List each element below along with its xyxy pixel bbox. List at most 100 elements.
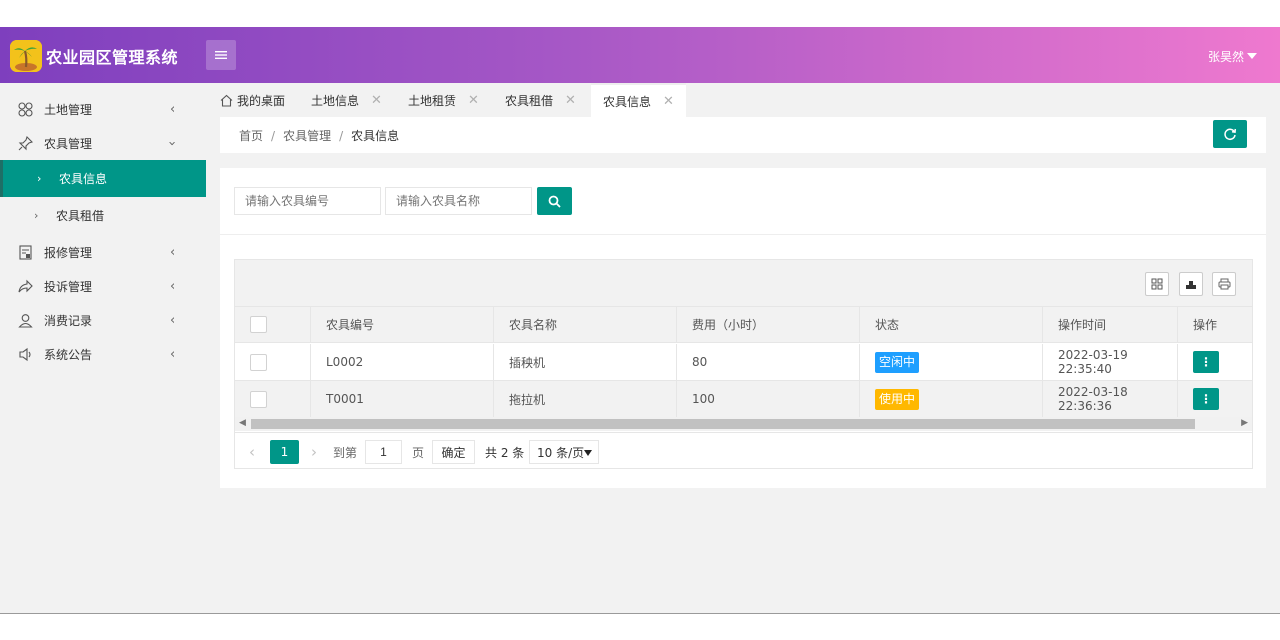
chevron-right-icon: › [37, 172, 42, 185]
page-current[interactable]: 1 [270, 440, 299, 464]
tab-label: 我的桌面 [237, 93, 286, 108]
scrollbar-thumb[interactable] [251, 419, 1195, 429]
sidebar-item-land[interactable]: 土地管理 ‹ [0, 92, 206, 126]
columns-filter-button[interactable] [1145, 272, 1169, 296]
tool-code-cell: T0001 [310, 381, 493, 417]
page-size-select[interactable]: 10 条/页 [529, 440, 599, 464]
sidebar-item-label: 投诉管理 [44, 279, 93, 294]
status-badge: 空闲中 [875, 351, 920, 373]
speaker-icon [17, 346, 33, 362]
column-header[interactable]: 操作时间 [1042, 307, 1177, 342]
search-form [220, 168, 1266, 235]
sidebar-item-label: 消费记录 [44, 313, 93, 328]
sidebar: 土地管理 ‹ 农具管理 ‹ › 农具信息 › 农具租借 报修管理 ‹ 投诉管理 … [0, 83, 206, 613]
tab-tool-rental[interactable]: 农具租借 ✕ [505, 83, 576, 117]
refresh-button[interactable] [1213, 120, 1247, 148]
tab-land-lease[interactable]: 土地租赁 ✕ [408, 83, 479, 117]
sidebar-item-consumption[interactable]: 消费记录 ‹ [0, 303, 206, 337]
scroll-left-icon[interactable]: ◀ [239, 418, 246, 428]
column-header[interactable]: 农具名称 [493, 307, 676, 342]
tab-tool-info[interactable]: 农具信息 ✕ [591, 83, 686, 117]
column-header[interactable]: 状态 [859, 307, 1042, 342]
status-cell: 空闲中 [859, 344, 1042, 380]
table-row[interactable]: L0002 插秧机 80 空闲中 2022-03-19 22:35:40 ⋮ [235, 344, 1252, 381]
sidebar-item-tool-rental[interactable]: › 农具租借 [0, 197, 206, 234]
tab-desktop[interactable]: 我的桌面 [220, 83, 285, 117]
breadcrumb-current: 农具信息 [351, 129, 400, 143]
refresh-icon [1224, 128, 1237, 141]
sidebar-item-repair[interactable]: 报修管理 ‹ [0, 235, 206, 269]
header-checkbox-cell [235, 307, 310, 342]
main-panel: 农具编号 农具名称 费用（小时） 状态 操作时间 操作 L0002 插秧机 80… [220, 168, 1266, 488]
repair-doc-icon [17, 244, 33, 260]
close-icon[interactable]: ✕ [468, 93, 479, 108]
tool-code-input[interactable] [234, 187, 381, 215]
close-icon[interactable]: ✕ [663, 94, 674, 109]
status-badge: 使用中 [875, 388, 920, 410]
sidebar-item-label: 报修管理 [44, 245, 93, 260]
breadcrumb: 首页 / 农具管理 / 农具信息 [239, 127, 399, 144]
chevron-left-icon: ‹ [170, 244, 176, 260]
goto-confirm-button[interactable]: 确定 [432, 440, 475, 464]
app-title: 农业园区管理系统 [46, 48, 179, 67]
sidebar-item-tools[interactable]: 农具管理 ‹ [0, 126, 206, 160]
action-cell: ⋮ [1177, 344, 1252, 380]
page-unit-label: 页 [412, 445, 425, 460]
column-header[interactable]: 费用（小时） [676, 307, 859, 342]
grid-icon [1151, 278, 1163, 290]
chevron-down-icon [584, 450, 592, 456]
close-icon[interactable]: ✕ [371, 93, 382, 108]
total-count: 共 2 条 [485, 445, 525, 460]
tab-label: 农具租借 [505, 93, 554, 108]
page-size-value: 10 条/页 [537, 445, 585, 460]
chevron-left-icon: ‹ [170, 278, 176, 294]
chevron-right-icon: › [34, 209, 39, 222]
table-header: 农具编号 农具名称 费用（小时） 状态 操作时间 操作 [235, 307, 1252, 343]
pagination: ‹ 1 › 到第 页 确定 共 2 条 10 条/页 [235, 432, 1252, 469]
tab-label: 土地租赁 [408, 93, 457, 108]
print-button[interactable] [1212, 272, 1236, 296]
breadcrumb-section[interactable]: 农具管理 [283, 129, 331, 143]
fee-cell: 80 [676, 344, 859, 380]
caret-down-icon[interactable] [1247, 53, 1257, 59]
data-table: 农具编号 农具名称 费用（小时） 状态 操作时间 操作 L0002 插秧机 80… [234, 259, 1253, 469]
tool-name-cell: 拖拉机 [493, 381, 676, 417]
goto-page-input[interactable] [365, 440, 402, 464]
row-checkbox-cell [235, 344, 310, 380]
user-menu[interactable]: 张昊然 [1208, 48, 1244, 65]
more-actions-button[interactable]: ⋮ [1193, 388, 1219, 410]
next-page-icon[interactable]: › [311, 440, 317, 464]
horizontal-scrollbar[interactable]: ◀ ▶ [235, 417, 1252, 431]
column-header: 操作 [1177, 307, 1252, 342]
table-row[interactable]: T0001 拖拉机 100 使用中 2022-03-18 22:36:36 ⋮ [235, 381, 1252, 418]
scroll-right-icon[interactable]: ▶ [1241, 418, 1248, 428]
breadcrumb-separator: / [271, 129, 276, 143]
tab-land-info[interactable]: 土地信息 ✕ [311, 83, 382, 117]
sidebar-item-label: 农具租借 [56, 209, 105, 223]
sidebar-item-notice[interactable]: 系统公告 ‹ [0, 337, 206, 371]
top-header: 农业园区管理系统 张昊然 [0, 27, 1280, 83]
select-all-checkbox[interactable] [250, 316, 267, 333]
export-button[interactable] [1179, 272, 1203, 296]
more-actions-button[interactable]: ⋮ [1193, 351, 1219, 373]
column-header[interactable]: 农具编号 [310, 307, 493, 342]
chevron-left-icon: ‹ [170, 346, 176, 362]
export-icon [1186, 281, 1196, 289]
row-checkbox[interactable] [250, 390, 267, 408]
table-toolbar [235, 260, 1252, 307]
menu-toggle-button[interactable] [206, 40, 236, 70]
tool-name-input[interactable] [385, 187, 532, 215]
user-icon [17, 312, 33, 328]
prev-page-icon[interactable]: ‹ [249, 440, 255, 464]
sidebar-item-complaint[interactable]: 投诉管理 ‹ [0, 269, 206, 303]
action-cell: ⋮ [1177, 381, 1252, 417]
close-icon[interactable]: ✕ [565, 93, 576, 108]
hamburger-icon [215, 51, 227, 59]
sidebar-item-tool-info[interactable]: › 农具信息 [0, 160, 206, 197]
search-button[interactable] [537, 187, 572, 215]
row-checkbox[interactable] [250, 353, 267, 371]
breadcrumb-home[interactable]: 首页 [239, 129, 263, 143]
home-icon [220, 94, 233, 107]
chevron-down-icon: ‹ [165, 140, 181, 146]
time-cell: 2022-03-19 22:35:40 [1042, 344, 1177, 380]
